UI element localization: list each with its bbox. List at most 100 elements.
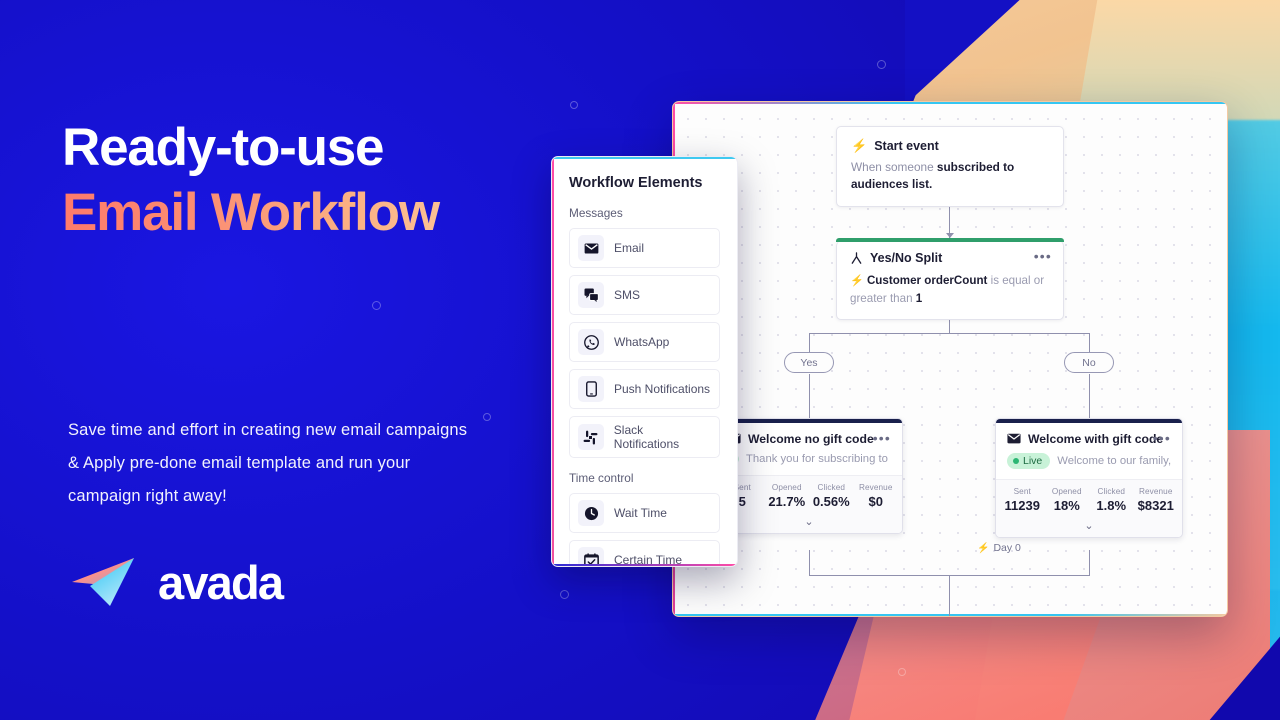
node-start-event[interactable]: ⚡ Start event When someone subscribed to… <box>836 126 1064 208</box>
avada-logo-mark <box>72 558 134 606</box>
stat-opened: Opened 21.7% <box>765 483 810 509</box>
connector-card-right-down <box>1089 550 1091 575</box>
avada-logo: avada <box>70 555 284 609</box>
panel-title: Workflow Elements <box>569 175 703 191</box>
branch-label-no[interactable]: No <box>1064 352 1114 373</box>
panel-item-push-notifications[interactable]: Push Notifications <box>569 369 720 409</box>
node-split-menu-button[interactable]: ••• <box>1034 249 1052 263</box>
node-start-title: Start event <box>874 139 939 153</box>
panel-item-wait-time[interactable]: Wait Time <box>569 493 720 533</box>
whatsapp-icon <box>578 329 604 355</box>
panel-group-label-time-control: Time control <box>569 471 634 485</box>
stat-value: $8321 <box>1137 498 1174 513</box>
panel-item-slack-notifications[interactable]: Slack Notifications <box>569 416 720 458</box>
stat-value: 18% <box>1053 498 1080 513</box>
status-badge-label: Live <box>1023 454 1043 467</box>
headline-line-2: Email Workflow <box>62 183 532 244</box>
card-menu-button[interactable]: ••• <box>1153 431 1171 445</box>
card-preview-text: Thank you for subscribing to {{sho... <box>746 452 891 465</box>
panel-group-label-messages: Messages <box>569 206 623 220</box>
day-offset-label: Day 0 <box>993 542 1021 554</box>
connector-yes-down <box>809 333 811 353</box>
node-split-title: Yes/No Split <box>870 251 943 265</box>
decor-circle <box>570 101 578 109</box>
split-branch-icon <box>851 251 862 264</box>
card-expand-chevron-icon[interactable]: ⌄ <box>996 518 1182 537</box>
card-header: Welcome with gift code ••• <box>996 423 1182 446</box>
stat-value: 11239 <box>1004 498 1040 513</box>
connector-card-left-down <box>809 550 811 575</box>
node-email-card-no-gift[interactable]: Welcome no gift code ••• Thank you for s… <box>715 418 903 534</box>
envelope-icon <box>1007 433 1021 444</box>
panel-item-label: Slack Notifications <box>613 423 680 451</box>
decor-circle <box>560 590 569 599</box>
stat-value: 21.7% <box>768 493 806 509</box>
avada-logo-text: avada <box>158 555 284 609</box>
node-split-accent-bar <box>836 238 1064 242</box>
status-dot-icon <box>1013 457 1019 464</box>
panel-item-label: Push Notifications <box>614 382 711 396</box>
card-preview-row: Thank you for subscribing to {{sho... <box>716 446 902 475</box>
decor-circle <box>898 668 906 676</box>
stat-value: 0.56% <box>812 493 850 509</box>
card-title: Welcome no gift code <box>748 431 874 446</box>
card-expand-chevron-icon[interactable]: ⌄ <box>716 513 902 533</box>
stat-label: Sent <box>1013 487 1031 496</box>
status-badge: Live <box>1007 452 1051 469</box>
panel-edge-left <box>552 157 554 566</box>
branch-label-yes[interactable]: Yes <box>784 352 834 373</box>
node-split-cond-value: 1 <box>915 291 923 305</box>
card-stats-row: Sent 5 Opened 21.7% Clicked 0.56% Revenu… <box>716 474 902 514</box>
connector-yes-to-card <box>809 374 811 418</box>
node-split-title-row: Yes/No Split <box>850 251 1050 265</box>
decor-circle <box>483 413 491 421</box>
stat-label: Revenue <box>859 482 893 492</box>
panel-item-label: Wait Time <box>614 506 667 520</box>
workflow-canvas[interactable]: ⚡ Start event When someone subscribed to… <box>672 101 1228 617</box>
lightning-bolt-green-icon: ⚡ <box>850 275 864 287</box>
panel-item-label: WhatsApp <box>614 335 670 349</box>
decor-circle <box>372 301 381 310</box>
day-offset-tag: ⚡ Day 0 <box>977 542 1021 554</box>
node-yes-no-split[interactable]: ••• Yes/No Split ⚡ Customer orderCount i… <box>836 238 1064 320</box>
panel-item-whatsapp[interactable]: WhatsApp <box>569 322 720 362</box>
mobile-phone-icon <box>578 376 604 402</box>
stat-label: Opened <box>1051 487 1082 496</box>
node-split-condition: ⚡ Customer orderCount is equal or greate… <box>850 272 1050 307</box>
card-menu-button[interactable]: ••• <box>873 431 891 445</box>
panel-item-email[interactable]: Email <box>569 228 720 268</box>
stat-clicked: Clicked 0.56% <box>809 483 854 509</box>
decor-circle <box>877 60 886 69</box>
card-header: Welcome no gift code ••• <box>716 423 902 446</box>
panel-edge-top <box>552 157 737 159</box>
hero-body-text: Save time and effort in creating new ema… <box>68 421 468 505</box>
panel-item-sms[interactable]: SMS <box>569 275 720 315</box>
card-preview-row: Live Welcome to our family, {{customer..… <box>996 446 1182 480</box>
lightning-bolt-icon: ⚡ <box>851 138 868 153</box>
panel-item-certain-time[interactable]: Certain Time <box>569 540 720 566</box>
panel-item-label: Email <box>614 241 645 255</box>
node-split-cond-field: Customer orderCount <box>866 274 988 287</box>
panel-item-label: SMS <box>614 288 641 302</box>
slack-icon <box>578 424 604 450</box>
card-stats-row: Sent 11239 Opened 18% Clicked 1.8% Reven… <box>996 479 1182 518</box>
envelope-icon <box>578 235 604 261</box>
headline-line-1: Ready-to-use <box>62 118 385 177</box>
stat-sent: Sent 11239 <box>1000 487 1045 513</box>
node-email-card-with-gift[interactable]: Welcome with gift code ••• Live Welcome … <box>995 418 1183 538</box>
card-title: Welcome with gift code <box>1028 431 1164 446</box>
stat-clicked: Clicked 1.8% <box>1089 487 1134 513</box>
hero-heading-block: Ready-to-use Email Workflow <box>62 118 532 244</box>
clock-icon <box>578 500 604 526</box>
connector-no-down <box>1089 333 1091 353</box>
stat-label: Clicked <box>1097 487 1126 496</box>
stat-value: $0 <box>868 493 883 509</box>
workflow-graph: ⚡ Start event When someone subscribed to… <box>673 102 1227 616</box>
connector-no-to-card <box>1089 374 1091 418</box>
lightning-bolt-icon: ⚡ <box>977 542 990 554</box>
connector-split-horizontal <box>809 333 1090 335</box>
card-preview-text: Welcome to our family, {{customer... <box>1057 454 1171 467</box>
stat-label: Opened <box>771 482 802 492</box>
workflow-elements-panel[interactable]: Workflow Elements Messages Email SMS Wha… <box>551 156 738 567</box>
stat-label: Clicked <box>817 482 846 492</box>
